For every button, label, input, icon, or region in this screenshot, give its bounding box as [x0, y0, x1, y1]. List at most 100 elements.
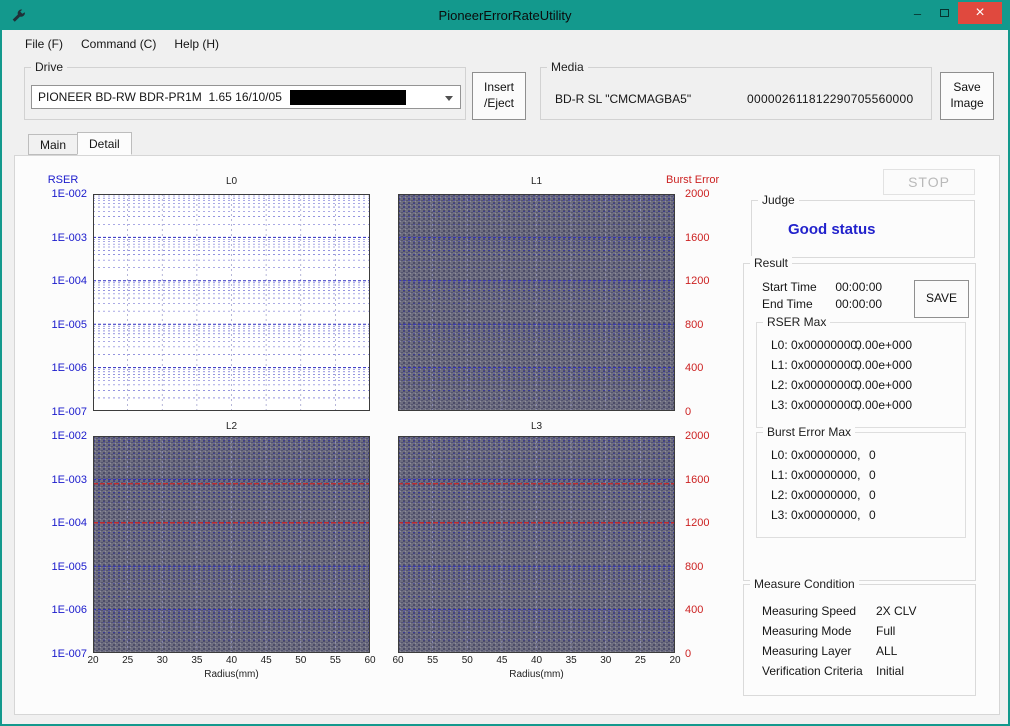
stop-button[interactable]: STOP	[883, 169, 975, 195]
y2-axis-tick: 0	[685, 406, 731, 418]
row-value: 2X CLV	[876, 604, 916, 618]
rser-axis-ticks-bottom: 1E-0021E-0031E-0041E-0051E-0061E-007	[29, 430, 87, 660]
x-axis-tick: 25	[120, 655, 136, 667]
chart-l2	[93, 436, 370, 653]
start-time-value: 00:00:00	[835, 280, 882, 294]
x-axis-tick: 50	[459, 655, 475, 667]
row-value: 0	[869, 448, 876, 462]
y-axis-tick: 1E-005	[29, 561, 87, 573]
menu-command[interactable]: Command (C)	[72, 33, 165, 55]
judge-status: Good status	[788, 221, 876, 238]
judge-group: Judge Good status	[751, 200, 975, 258]
titlebar[interactable]: PioneerErrorRateUtility – ×	[2, 2, 1008, 30]
chart-l3-x-ticks: 605550454035302520	[390, 655, 683, 667]
y2-axis-tick: 400	[685, 604, 731, 616]
chart-title-l1: L1	[398, 176, 675, 187]
chart-l3-x-axis-label: Radius(mm)	[398, 669, 675, 680]
save-image-button[interactable]: Save Image	[940, 72, 994, 120]
row-value: 0.00e+000	[855, 398, 912, 412]
x-axis-tick: 60	[390, 655, 406, 667]
y-axis-tick: 1E-003	[29, 474, 87, 486]
x-axis-tick: 40	[529, 655, 545, 667]
media-disc-id: 000002611812290705560000	[747, 92, 913, 106]
value-row: L0: 0x00000000,0	[771, 445, 961, 465]
tab-main[interactable]: Main	[28, 134, 78, 155]
drive-group-label: Drive	[31, 60, 67, 74]
end-time-label: End Time	[762, 297, 832, 311]
tab-detail[interactable]: Detail	[77, 132, 132, 155]
save-button[interactable]: SAVE	[914, 280, 969, 318]
menu-help[interactable]: Help (H)	[165, 33, 228, 55]
insert-eject-button[interactable]: Insert /Eject	[472, 72, 526, 120]
row-value: 0.00e+000	[855, 378, 912, 392]
row-label: Measuring Layer	[762, 644, 876, 658]
y2-axis-tick: 0	[685, 648, 731, 660]
value-row: L2: 0x00000000,0.00e+000	[771, 375, 961, 395]
save-image-label-line2: Image	[950, 96, 983, 112]
redacted-serial-block	[290, 90, 406, 105]
drive-select-value: PIONEER BD-RW BDR-PR1M 1.65 16/10/05	[38, 90, 282, 104]
x-axis-tick: 55	[425, 655, 441, 667]
y2-axis-tick: 2000	[685, 430, 731, 442]
row-value: 0	[869, 488, 876, 502]
judge-group-label: Judge	[758, 193, 799, 207]
media-group-label: Media	[547, 60, 588, 74]
app-window: PioneerErrorRateUtility – × File (F) Com…	[0, 0, 1010, 726]
drive-select[interactable]: PIONEER BD-RW BDR-PR1M 1.65 16/10/05	[31, 85, 461, 109]
chart-l0	[93, 194, 370, 411]
start-time-row: Start Time 00:00:00	[762, 280, 882, 294]
y-axis-tick: 1E-004	[29, 275, 87, 287]
y2-axis-tick: 1200	[685, 275, 731, 287]
value-row: Measuring LayerALL	[762, 641, 971, 661]
value-row: L1: 0x00000000,0	[771, 465, 961, 485]
row-label: Measuring Speed	[762, 604, 876, 618]
burst-axis-ticks-bottom: 2000160012008004000	[685, 430, 731, 660]
x-axis-tick: 35	[563, 655, 579, 667]
media-disc-type: BD-R SL "CMCMAGBA5"	[555, 92, 691, 106]
row-value: 0.00e+000	[855, 358, 912, 372]
chart-title-l0: L0	[93, 176, 370, 187]
row-label: L0: 0x00000000,	[771, 338, 855, 352]
y2-axis-tick: 1600	[685, 474, 731, 486]
minimize-button[interactable]: –	[904, 2, 931, 24]
end-time-value: 00:00:00	[835, 297, 882, 311]
x-axis-tick: 30	[154, 655, 170, 667]
menu-file[interactable]: File (F)	[16, 33, 72, 55]
end-time-row: End Time 00:00:00	[762, 297, 882, 311]
row-value: 0	[869, 508, 876, 522]
measure-condition-group: Measure Condition Measuring Speed2X CLVM…	[743, 584, 976, 696]
close-button[interactable]: ×	[958, 2, 1002, 24]
value-row: L1: 0x00000000,0.00e+000	[771, 355, 961, 375]
y-axis-tick: 1E-004	[29, 517, 87, 529]
detail-tab-page: RSER Burst Error L0 L1 L2 L3 1E-0021E-00…	[14, 155, 1000, 715]
row-label: L2: 0x00000000,	[771, 378, 855, 392]
row-value: 0.00e+000	[855, 338, 912, 352]
media-group: Media BD-R SL "CMCMAGBA5" 00000261181229…	[540, 67, 932, 120]
row-value: Full	[876, 624, 895, 638]
chevron-down-icon	[445, 96, 453, 101]
y-axis-tick: 1E-006	[29, 362, 87, 374]
maximize-button[interactable]	[931, 2, 958, 24]
maximize-icon	[940, 9, 949, 17]
close-icon: ×	[975, 5, 984, 21]
y-axis-tick: 1E-005	[29, 319, 87, 331]
y2-axis-tick: 2000	[685, 188, 731, 200]
burst-axis-ticks-top: 2000160012008004000	[685, 188, 731, 418]
y-axis-tick: 1E-003	[29, 232, 87, 244]
row-label: L1: 0x00000000,	[771, 358, 855, 372]
chart-l2-x-axis-label: Radius(mm)	[93, 669, 370, 680]
rser-max-group: RSER Max L0: 0x00000000,0.00e+000L1: 0x0…	[756, 322, 966, 428]
x-axis-tick: 40	[224, 655, 240, 667]
row-value: ALL	[876, 644, 897, 658]
window-title: PioneerErrorRateUtility	[2, 8, 1008, 23]
burst-error-max-group-label: Burst Error Max	[763, 425, 855, 439]
row-label: L2: 0x00000000,	[771, 488, 869, 502]
y2-axis-tick: 1200	[685, 517, 731, 529]
value-row: L2: 0x00000000,0	[771, 485, 961, 505]
x-axis-tick: 45	[258, 655, 274, 667]
window-controls: – ×	[904, 2, 1002, 24]
value-row: L0: 0x00000000,0.00e+000	[771, 335, 961, 355]
y2-axis-tick: 400	[685, 362, 731, 374]
drive-group: Drive PIONEER BD-RW BDR-PR1M 1.65 16/10/…	[24, 67, 466, 120]
y2-axis-tick: 800	[685, 319, 731, 331]
